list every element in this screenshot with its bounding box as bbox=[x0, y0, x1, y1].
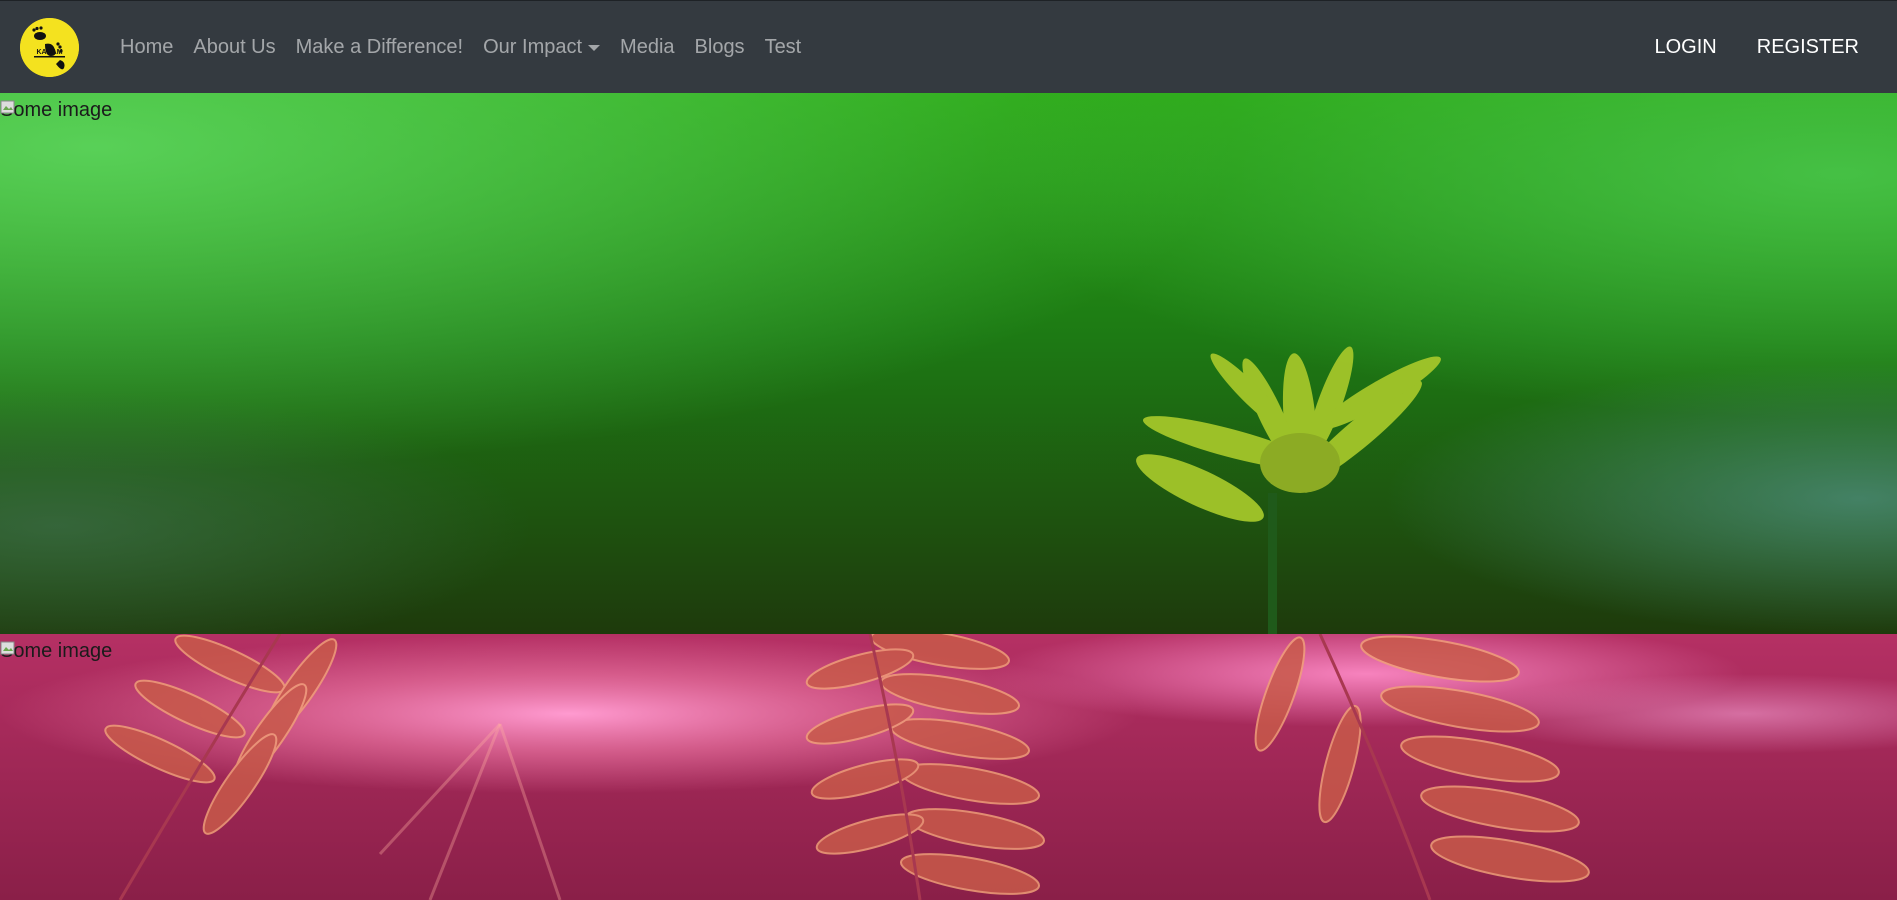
auth-links: LOGIN REGISTER bbox=[1655, 1, 1860, 94]
image-alt-text: Some image bbox=[0, 640, 113, 662]
nav-link-about-us[interactable]: About Us bbox=[193, 36, 275, 59]
nav-link-blogs[interactable]: Blogs bbox=[695, 36, 745, 59]
nav-link-test[interactable]: Test bbox=[765, 36, 802, 59]
nav-dropdown-our-impact-label: Our Impact bbox=[483, 36, 583, 58]
register-link[interactable]: REGISTER bbox=[1757, 36, 1859, 59]
broken-image-placeholder: Some image bbox=[0, 640, 112, 663]
nav-link-home[interactable]: Home bbox=[120, 36, 173, 59]
fern-image bbox=[0, 634, 1897, 900]
brand-logo[interactable]: KADAM bbox=[20, 18, 79, 77]
carousel-slide-1: Some image bbox=[0, 93, 1897, 634]
main-nav: Home About Us Make a Difference! Our Imp… bbox=[120, 1, 801, 94]
nav-dropdown-our-impact[interactable]: Our Impact bbox=[483, 36, 601, 59]
flower-image bbox=[0, 93, 1897, 634]
broken-image-icon bbox=[0, 100, 15, 114]
broken-image-placeholder: Some image bbox=[0, 99, 112, 122]
carousel-slide-2: Some image bbox=[0, 634, 1897, 900]
top-navbar: KADAM Home About Us Make a Difference! O… bbox=[0, 0, 1897, 93]
caret-down-icon bbox=[588, 44, 601, 51]
footprints-logo-icon: KADAM bbox=[20, 18, 79, 77]
broken-image-icon bbox=[0, 641, 15, 655]
login-link[interactable]: LOGIN bbox=[1655, 36, 1717, 59]
nav-link-media[interactable]: Media bbox=[620, 36, 674, 59]
image-alt-text: Some image bbox=[0, 99, 113, 121]
nav-link-make-a-difference[interactable]: Make a Difference! bbox=[296, 36, 464, 59]
brand-logo-text: KADAM bbox=[36, 49, 62, 56]
